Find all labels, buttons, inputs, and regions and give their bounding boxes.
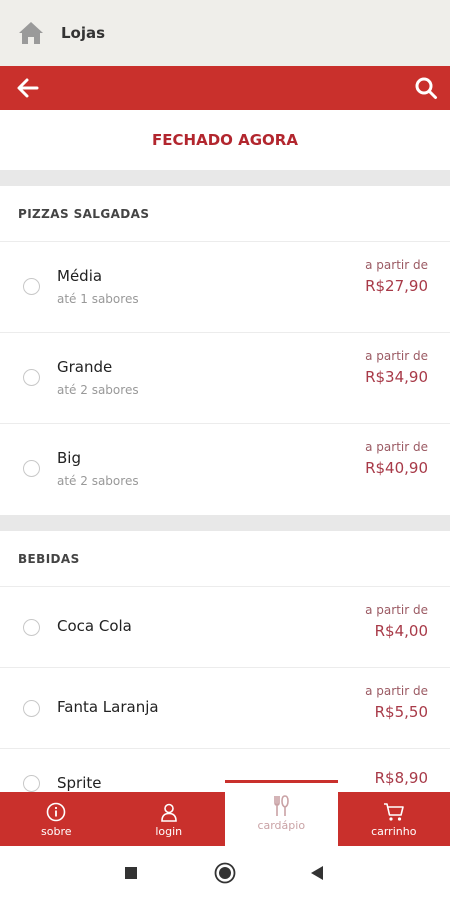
section-header-pizzas: PIZZAS SALGADAS [0, 186, 450, 242]
info-icon [45, 801, 67, 823]
item-name: Média [57, 267, 103, 285]
tab-carrinho[interactable]: carrinho [338, 792, 450, 846]
radio-button[interactable] [23, 460, 40, 477]
square-icon[interactable] [120, 862, 142, 884]
system-nav-bar [0, 846, 450, 900]
item-name: Fanta Laranja [57, 698, 159, 716]
item-subtitle: até 2 sabores [57, 383, 139, 397]
item-price: R$34,90 [365, 368, 428, 386]
item-subtitle: até 1 sabores [57, 292, 139, 306]
list-item[interactable]: Coca Cola a partir de R$4,00 [0, 587, 450, 668]
item-price: R$8,90 [374, 769, 428, 787]
home-icon[interactable] [17, 19, 45, 47]
item-name: Big [57, 449, 81, 467]
section-header-bebidas: BEBIDAS [0, 531, 450, 587]
circle-icon[interactable] [214, 862, 236, 884]
list-item[interactable]: Grande até 2 sabores a partir de R$34,90 [0, 333, 450, 424]
item-price: R$40,90 [365, 459, 428, 477]
tab-label: carrinho [371, 824, 417, 838]
section-divider [0, 515, 450, 531]
tab-login[interactable]: login [113, 792, 226, 846]
tab-label: login [155, 824, 183, 838]
bottom-tab-bar: sobre login cardápio carrinho [0, 780, 450, 846]
item-subtitle: até 2 sabores [57, 474, 139, 488]
cutlery-icon [270, 794, 292, 817]
list-item[interactable]: Fanta Laranja a partir de R$5,50 [0, 668, 450, 749]
radio-button[interactable] [23, 278, 40, 295]
store-status: FECHADO AGORA [152, 131, 298, 149]
price-from-label: a partir de [365, 349, 428, 363]
tab-sobre[interactable]: sobre [0, 792, 113, 846]
price-from-label: a partir de [365, 684, 428, 698]
list-item[interactable]: Média até 1 sabores a partir de R$27,90 [0, 242, 450, 333]
page-title: Lojas [61, 24, 106, 42]
user-icon [158, 801, 180, 823]
price-from-label: a partir de [365, 440, 428, 454]
item-price: R$4,00 [374, 622, 428, 640]
tab-label: sobre [41, 824, 72, 838]
price-from-label: a partir de [365, 258, 428, 272]
cart-icon [383, 801, 405, 823]
item-price: R$27,90 [365, 277, 428, 295]
item-name: Grande [57, 358, 113, 376]
triangle-back-icon[interactable] [306, 862, 328, 884]
radio-button[interactable] [23, 775, 40, 792]
radio-button[interactable] [23, 619, 40, 636]
item-price: R$5,50 [374, 703, 428, 721]
section-divider [0, 170, 450, 186]
radio-button[interactable] [23, 700, 40, 717]
tab-label: cardápio [257, 818, 306, 832]
tab-cardapio[interactable]: cardápio [225, 780, 338, 846]
list-item[interactable]: Big até 2 sabores a partir de R$40,90 [0, 424, 450, 515]
price-from-label: a partir de [365, 603, 428, 617]
app-header: Lojas [0, 0, 450, 66]
arrow-left-icon[interactable] [16, 76, 40, 100]
item-name: Sprite [57, 774, 102, 792]
radio-button[interactable] [23, 369, 40, 386]
toolbar [0, 66, 450, 110]
item-name: Coca Cola [57, 617, 132, 635]
search-icon[interactable] [414, 76, 438, 100]
